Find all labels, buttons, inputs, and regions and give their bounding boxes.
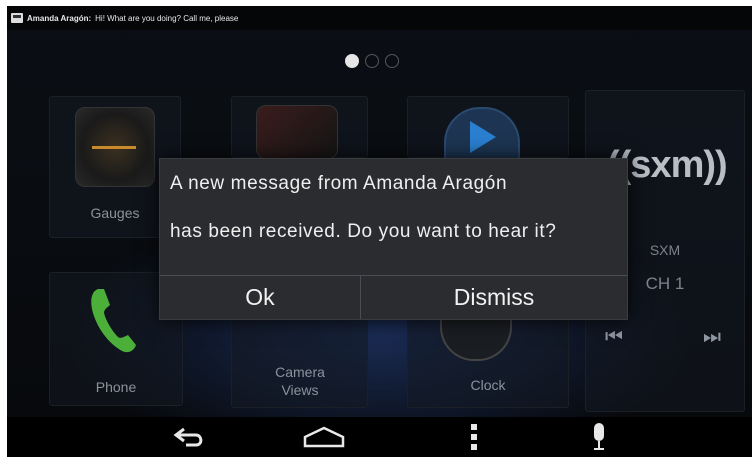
status-bar[interactable]: Amanda Aragón: Hi! What are you doing? C… (7, 6, 752, 30)
home-icon[interactable] (294, 417, 354, 457)
sxm-channel: CH 1 (645, 274, 685, 293)
tile-camera-views[interactable]: Camera Views (231, 306, 368, 408)
phone-icon (88, 285, 138, 355)
notification-text: Hi! What are you doing? Call me, please (95, 13, 239, 23)
message-dialog: A new message from Amanda Aragón has bee… (159, 158, 628, 320)
page-indicator (345, 54, 399, 68)
page-dot[interactable] (385, 54, 399, 68)
tile-label: Phone (95, 379, 137, 395)
skip-previous-icon[interactable]: ⏮ (605, 326, 623, 349)
page-dot-active[interactable] (345, 54, 359, 68)
tile-clock[interactable]: Clock (407, 306, 569, 408)
tile-player-top[interactable] (407, 96, 569, 161)
dialog-message-line-2: has been received. Do you want to hear i… (170, 221, 557, 242)
gauge-icon (75, 107, 155, 187)
microphone-icon[interactable] (569, 417, 629, 457)
dismiss-button[interactable]: Dismiss (361, 276, 627, 319)
notification-sender: Amanda Aragón: (27, 13, 92, 23)
navigation-bar (7, 417, 752, 457)
skip-next-icon[interactable]: ⏭ (703, 326, 721, 349)
message-notification-icon (11, 13, 23, 23)
tile-label: Clock (470, 377, 506, 393)
sxm-station-name: SXM (649, 242, 681, 258)
menu-icon[interactable] (444, 417, 504, 457)
tile-label: Camera Views (275, 364, 325, 398)
page-dot[interactable] (365, 54, 379, 68)
dialog-message-line-1: A new message from Amanda Aragón (170, 173, 508, 194)
media-app-icon (256, 105, 338, 159)
play-icon (444, 107, 520, 161)
tile-media-top[interactable] (231, 96, 368, 159)
head-unit-screen: Amanda Aragón: Hi! What are you doing? C… (7, 6, 752, 417)
ok-button[interactable]: Ok (160, 276, 360, 319)
back-icon[interactable] (159, 417, 219, 457)
